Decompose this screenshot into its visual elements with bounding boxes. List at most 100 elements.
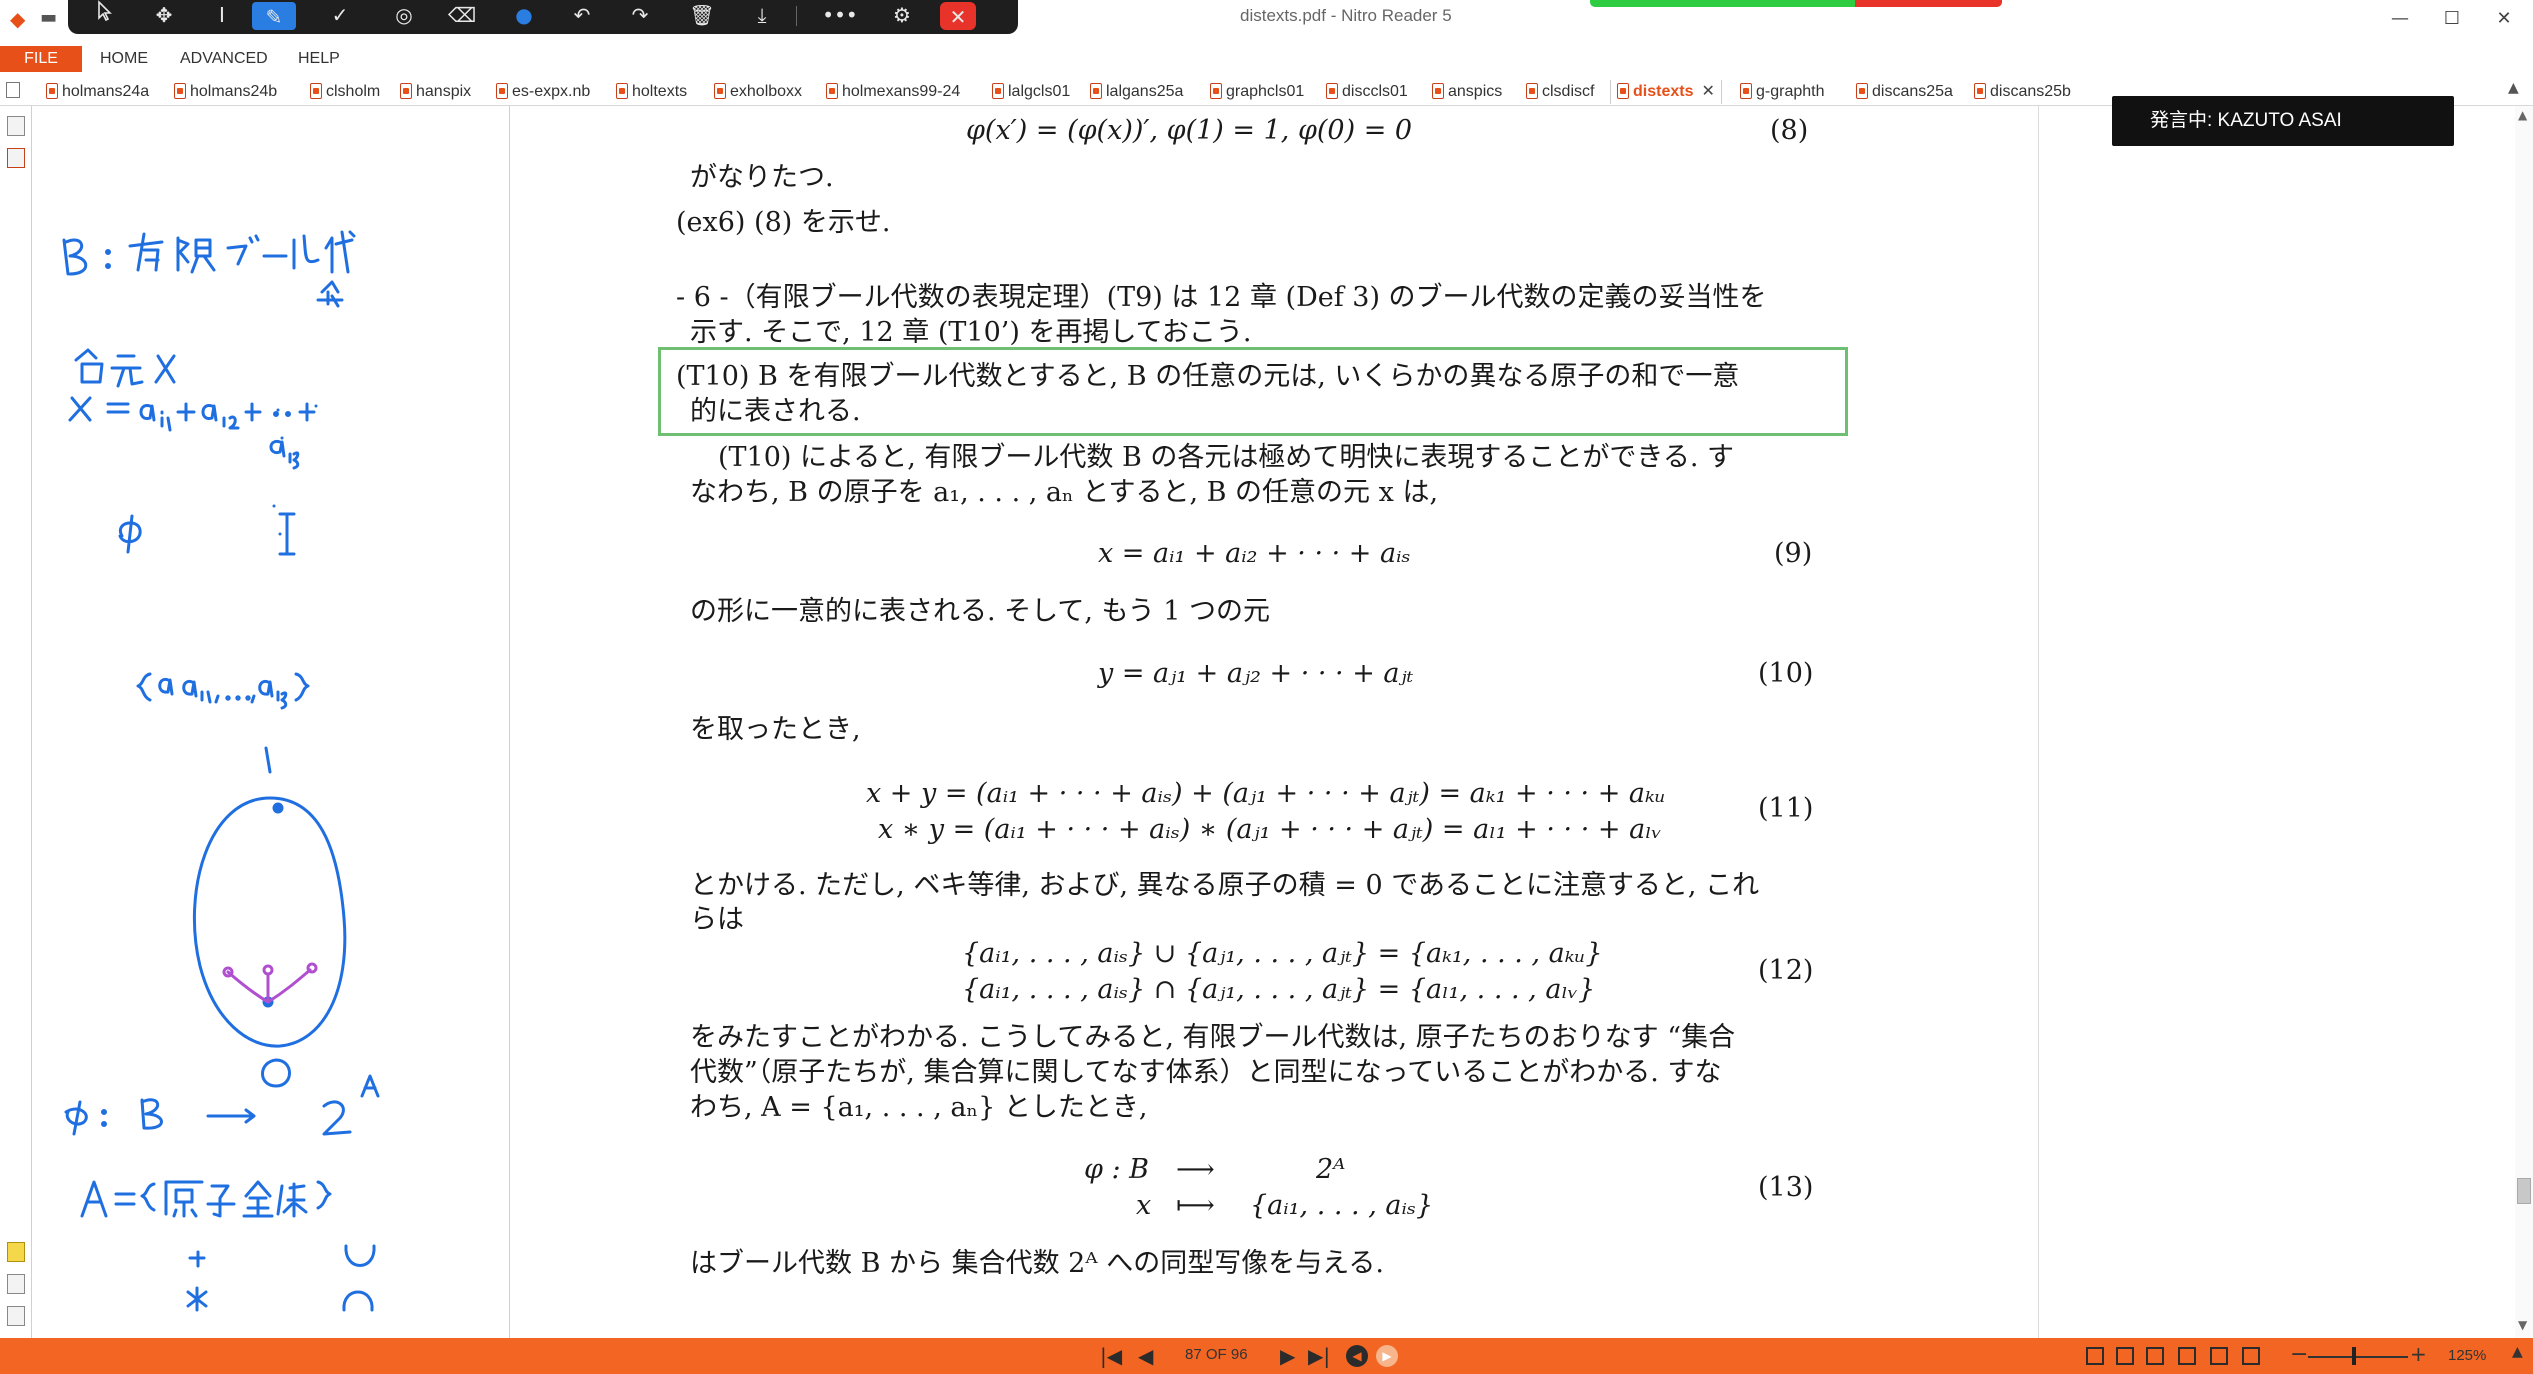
pdf-file-icon: [1526, 83, 1538, 99]
equation-13a-right: 2ᴬ: [1316, 1154, 1346, 1185]
scroll-up-icon[interactable]: ▲: [2518, 108, 2527, 122]
paragraph-1-line-1: (T10) によると, 有限ブール代数 B の各元は極めて明快に表現することがで…: [718, 442, 1734, 473]
layers-panel-icon[interactable]: [7, 1306, 25, 1326]
pdf-file-icon: [174, 83, 186, 99]
target-icon[interactable]: ◎: [382, 0, 426, 30]
doc-tab[interactable]: disccls01: [1326, 80, 1408, 104]
eraser-icon[interactable]: ⌫: [440, 0, 484, 30]
equation-number-13: (13): [1758, 1172, 1814, 1203]
fit-page-icon[interactable]: [2242, 1347, 2260, 1365]
bookmarks-panel-icon[interactable]: [7, 148, 25, 168]
pages-panel-icon[interactable]: [7, 116, 25, 136]
facing-view-icon[interactable]: [2146, 1347, 2164, 1365]
text-cursor-icon[interactable]: I: [200, 0, 244, 30]
back-view-icon[interactable]: ◀: [1346, 1345, 1368, 1367]
first-page-button[interactable]: |◀: [1100, 1344, 1122, 1368]
doc-tab-label: lalgcls01: [1008, 83, 1071, 100]
comments-panel-icon[interactable]: [7, 1242, 25, 1262]
doc-tab[interactable]: discans25b: [1974, 80, 2071, 104]
doc-tab[interactable]: clsholm: [310, 80, 380, 104]
doc-tab[interactable]: holmans24b: [174, 80, 277, 104]
redo-icon[interactable]: ↷: [618, 0, 662, 30]
single-page-view-icon[interactable]: [2086, 1347, 2104, 1365]
fit-width-icon[interactable]: [2210, 1347, 2228, 1365]
scrollbar-thumb[interactable]: [2517, 1178, 2531, 1204]
equation-13a-left: φ : B: [1084, 1154, 1150, 1185]
tab-advanced[interactable]: ADVANCED: [180, 46, 268, 72]
equation-number-8: (8): [1770, 115, 1809, 146]
undo-icon[interactable]: ↶: [560, 0, 604, 30]
zoom-slider-thumb[interactable]: [2352, 1347, 2356, 1365]
next-page-button[interactable]: ▶: [1280, 1344, 1295, 1368]
close-tab-icon[interactable]: ✕: [1701, 83, 1714, 100]
pdf-file-icon: [310, 83, 322, 99]
continuous-view-icon[interactable]: [2116, 1347, 2134, 1365]
doc-tab[interactable]: hanspix: [400, 80, 471, 104]
more-icon[interactable]: •••: [818, 0, 862, 30]
doc-tab[interactable]: clsdiscf: [1526, 80, 1594, 104]
doc-tab[interactable]: exholboxx: [714, 80, 802, 104]
doc-tab-label: holmexans99-24: [842, 83, 961, 100]
scroll-down-icon[interactable]: ▼: [2518, 1318, 2527, 1332]
select-arrow-icon[interactable]: [82, 0, 126, 30]
move-icon[interactable]: ✥: [142, 0, 186, 30]
tab-home[interactable]: HOME: [100, 46, 148, 72]
zoom-slider-track[interactable]: [2308, 1356, 2408, 1358]
doc-tab[interactable]: graphcls01: [1210, 80, 1304, 104]
doc-tab-label: distexts: [1633, 83, 1694, 100]
equation-11b: x ∗ y = (aᵢ₁ + · · · + aᵢₛ) ∗ (aⱼ₁ + · ·…: [878, 814, 1662, 845]
previous-page-button[interactable]: ◀: [1138, 1344, 1153, 1368]
tabs-scroll-icon[interactable]: ▲: [2508, 80, 2519, 96]
doc-tab[interactable]: anspics: [1432, 80, 1502, 104]
maximize-button[interactable]: ☐: [2432, 4, 2472, 34]
last-page-button[interactable]: ▶|: [1308, 1344, 1330, 1368]
pdf-file-icon: [1856, 83, 1868, 99]
paragraph-2-line-2: らは: [690, 904, 744, 935]
close-window-button[interactable]: ✕: [2484, 4, 2524, 34]
document-side-pane: [2038, 106, 2515, 1338]
doc-tab[interactable]: lalgcls01: [992, 80, 1070, 104]
doc-tab[interactable]: holtexts: [616, 80, 687, 104]
equation-13a-arrow: ⟶: [1176, 1154, 1215, 1185]
paragraph-2-line-1: とかける. ただし, ベキ等律, および, 異なる原子の積 = 0 であることに…: [690, 870, 1760, 901]
doc-tab[interactable]: holmexans99-24: [826, 80, 960, 104]
check-icon[interactable]: ✓: [318, 0, 362, 30]
doc-tab[interactable]: es-expx.nb: [496, 80, 590, 104]
vertical-scrollbar[interactable]: ▲ ▼: [2515, 106, 2533, 1338]
doc-tab-label: clsdiscf: [1542, 83, 1595, 100]
doc-tab[interactable]: discans25a: [1856, 80, 1953, 104]
doc-tab-label: holmans24b: [190, 83, 278, 100]
statusbar-overflow-icon[interactable]: ▲: [2512, 1344, 2523, 1360]
pdf-file-icon: [1974, 83, 1986, 99]
doc-tab[interactable]: holmans24a: [46, 80, 149, 104]
document-list-icon[interactable]: [6, 82, 20, 98]
zoom-in-button[interactable]: +: [2410, 1342, 2427, 1366]
color-picker-icon[interactable]: ●: [502, 0, 546, 30]
minimize-button[interactable]: —: [2380, 4, 2420, 34]
doc-tab-label: graphcls01: [1226, 83, 1305, 100]
folder-icon[interactable]: ▬: [40, 8, 64, 28]
handwriting-whiteboard[interactable]: [32, 106, 510, 1338]
trash-icon[interactable]: 🗑: [680, 0, 724, 30]
forward-view-icon[interactable]: ▶: [1376, 1345, 1398, 1367]
tab-file[interactable]: FILE: [0, 46, 82, 72]
tab-help[interactable]: HELP: [298, 46, 340, 72]
user-settings-icon[interactable]: ⚙: [880, 0, 924, 30]
handwriting-strokes: [62, 230, 380, 1312]
attachments-panel-icon[interactable]: [7, 1274, 25, 1294]
section-6-line-2: 示す. そこで, 12 章 (T10’) を再掲しておこう.: [690, 317, 1252, 348]
doc-tab-active[interactable]: distexts ✕: [1610, 80, 1722, 104]
window-title: distexts.pdf - Nitro Reader 5: [1240, 6, 1452, 25]
equation-12a: {aᵢ₁, . . . , aᵢₛ} ∪ {aⱼ₁, . . . , aⱼₜ} …: [962, 938, 1603, 969]
zoom-out-button[interactable]: −: [2290, 1342, 2308, 1367]
page-indicator[interactable]: 87 OF 96: [1185, 1346, 1248, 1363]
close-toolbar-icon[interactable]: ✕: [940, 2, 976, 30]
facing-continuous-view-icon[interactable]: [2178, 1347, 2196, 1365]
pen-icon[interactable]: ✎: [252, 2, 296, 30]
zoom-level[interactable]: 125%: [2448, 1347, 2486, 1364]
pdf-file-icon: [1090, 83, 1102, 99]
doc-tab[interactable]: lalgans25a: [1090, 80, 1183, 104]
download-icon[interactable]: ⤓: [740, 0, 784, 30]
doc-tab[interactable]: g-graphth: [1740, 80, 1825, 104]
paragraph-1-line-2: なわち, B の原子を a₁, . . . , aₙ とすると, B の任意の元…: [690, 477, 1439, 508]
